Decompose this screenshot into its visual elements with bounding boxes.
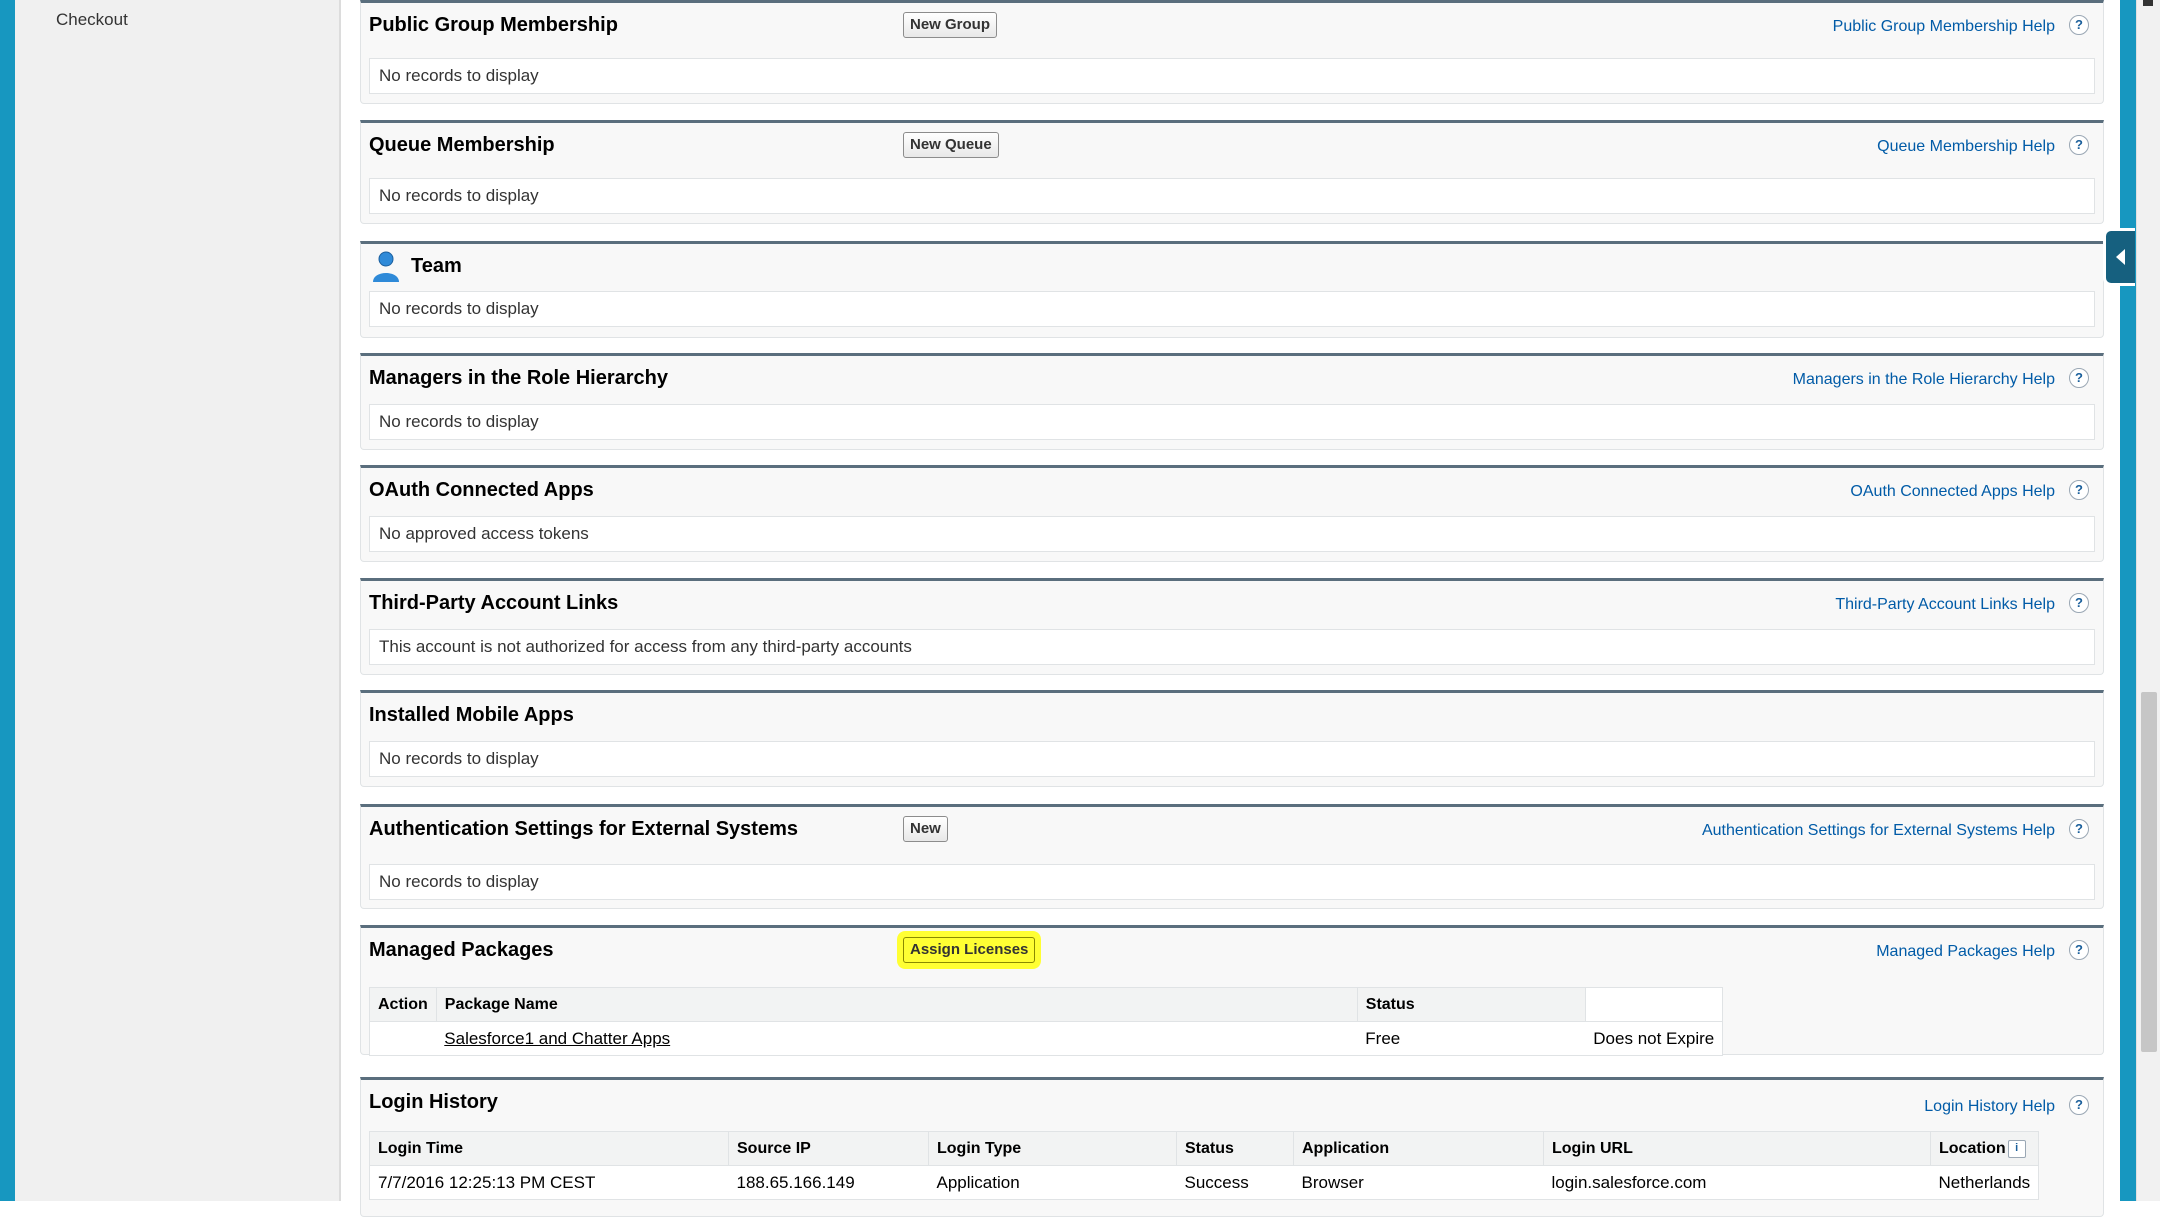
cell-expiration: Does not Expire (1593, 1028, 1715, 1048)
managers-role-hierarchy-panel: Managers in the Role Hierarchy Managers … (360, 353, 2104, 450)
panel-title: Authentication Settings for External Sys… (369, 818, 798, 840)
column-header-login-time[interactable]: Login Time (369, 1131, 729, 1166)
panel-empty-message: No records to display (369, 864, 2095, 900)
cell-source-ip: 188.65.166.149 (736, 1172, 855, 1192)
column-header-location[interactable]: Location i (1930, 1131, 2039, 1166)
new-auth-setting-button[interactable]: New (903, 816, 948, 842)
cell-package-name: Salesforce1 and Chatter Apps (436, 1022, 1357, 1056)
help-question-icon[interactable]: ? (2069, 135, 2089, 155)
oauth-connected-apps-panel: OAuth Connected Apps OAuth Connected App… (360, 465, 2104, 562)
cell-login-time: 7/7/2016 12:25:13 PM CEST (378, 1172, 596, 1192)
panel-title: Queue Membership (369, 134, 555, 156)
cell-login-url: login.salesforce.com (1551, 1172, 1707, 1192)
package-name-link[interactable]: Salesforce1 and Chatter Apps (444, 1029, 670, 1048)
cell-status: Free (1365, 1028, 1401, 1048)
panel-title: Team (411, 255, 462, 277)
column-header-application[interactable]: Application (1293, 1131, 1544, 1166)
scrollbar-thumb[interactable] (2141, 692, 2157, 1052)
panel-title: Installed Mobile Apps (369, 704, 574, 726)
column-header-action: Action (369, 987, 437, 1022)
panel-empty-message: No records to display (369, 741, 2095, 777)
help-question-icon[interactable]: ? (2069, 1095, 2089, 1115)
queue-membership-panel: Queue Membership New Queue Queue Members… (360, 120, 2104, 224)
team-person-icon (373, 251, 399, 282)
queue-membership-help-link[interactable]: Queue Membership Help (1877, 138, 2055, 156)
column-header-status[interactable]: Status (1176, 1131, 1294, 1166)
login-history-table: Login Time Source IP Login Type Status A… (369, 1131, 2040, 1200)
panel-empty-message: No records to display (369, 178, 2095, 214)
third-party-account-links-panel: Third-Party Account Links Third-Party Ac… (360, 578, 2104, 675)
panel-title: Login History (369, 1091, 498, 1113)
login-history-panel: Login History Login History Help ? Login… (360, 1077, 2104, 1217)
panel-title: Third-Party Account Links (369, 592, 619, 614)
table-header-row: Action Package Name Status (369, 987, 1723, 1022)
panel-empty-message: No records to display (369, 291, 2095, 327)
installed-mobile-apps-panel: Installed Mobile Apps No records to disp… (360, 690, 2104, 787)
help-question-icon[interactable]: ? (2069, 368, 2089, 388)
panel-empty-message: No records to display (369, 404, 2095, 440)
column-header-login-url[interactable]: Login URL (1543, 1131, 1931, 1166)
vertical-scrollbar[interactable] (2136, 0, 2160, 1201)
location-label: Location (1939, 1139, 2006, 1157)
new-queue-button[interactable]: New Queue (903, 132, 999, 158)
table-row: Salesforce1 and Chatter Apps Free Does n… (370, 1022, 1723, 1056)
panel-title: Managed Packages (369, 939, 554, 961)
table-row: 7/7/2016 12:25:13 PM CEST 188.65.166.149… (370, 1166, 2039, 1200)
cell-location: Netherlands (1938, 1172, 2031, 1192)
new-group-button[interactable]: New Group (903, 12, 998, 38)
panel-empty-message: No records to display (369, 58, 2095, 94)
managed-packages-table: Action Package Name Status Salesforce1 a… (369, 987, 1724, 1056)
info-icon[interactable]: i (2007, 1139, 2026, 1158)
login-history-help-link[interactable]: Login History Help (1924, 1098, 2055, 1116)
column-header-status: Status (1357, 987, 1586, 1022)
team-panel: Team No records to display (360, 241, 2104, 338)
authentication-settings-help-link[interactable]: Authentication Settings for External Sys… (1702, 822, 2055, 840)
panel-empty-message: No approved access tokens (369, 516, 2095, 552)
oauth-connected-apps-help-link[interactable]: OAuth Connected Apps Help (1850, 483, 2055, 501)
collapse-panel-tab[interactable] (2103, 228, 2135, 286)
scrollbar-top-marker (2143, 0, 2153, 6)
assign-licenses-button[interactable]: Assign Licenses (903, 937, 1036, 963)
help-question-icon[interactable]: ? (2069, 819, 2089, 839)
managers-role-hierarchy-help-link[interactable]: Managers in the Role Hierarchy Help (1793, 371, 2055, 389)
public-group-membership-panel: Public Group Membership New Group Public… (360, 0, 2104, 104)
managed-packages-help-link[interactable]: Managed Packages Help (1876, 943, 2055, 961)
help-question-icon[interactable]: ? (2069, 940, 2089, 960)
panel-title: OAuth Connected Apps (369, 479, 594, 501)
triangle-left-icon (2116, 249, 2125, 265)
panel-title: Public Group Membership (369, 14, 618, 36)
managed-packages-panel: Managed Packages Assign Licenses Managed… (360, 925, 2104, 1056)
public-group-membership-help-link[interactable]: Public Group Membership Help (1833, 18, 2055, 36)
column-header-source-ip[interactable]: Source IP (728, 1131, 929, 1166)
sidebar-link-checkout[interactable]: Checkout (56, 10, 128, 30)
authentication-settings-panel: Authentication Settings for External Sys… (360, 804, 2104, 909)
column-header-login-type[interactable]: Login Type (928, 1131, 1177, 1166)
left-frame-edge (0, 0, 15, 1201)
table-header-row: Login Time Source IP Login Type Status A… (369, 1131, 2039, 1166)
cell-application: Browser (1301, 1172, 1364, 1192)
panel-empty-message: This account is not authorized for acces… (369, 629, 2095, 665)
cell-status: Success (1184, 1172, 1249, 1192)
column-header-package-name: Package Name (436, 987, 1358, 1022)
cell-action (370, 1022, 437, 1056)
third-party-account-links-help-link[interactable]: Third-Party Account Links Help (1835, 596, 2055, 614)
help-question-icon[interactable]: ? (2069, 480, 2089, 500)
help-question-icon[interactable]: ? (2069, 15, 2089, 35)
panel-title: Managers in the Role Hierarchy (369, 367, 668, 389)
sidebar: Checkout (15, 0, 341, 1201)
help-question-icon[interactable]: ? (2069, 593, 2089, 613)
column-header-empty (1585, 987, 1723, 1022)
cell-login-type: Application (936, 1172, 1020, 1192)
